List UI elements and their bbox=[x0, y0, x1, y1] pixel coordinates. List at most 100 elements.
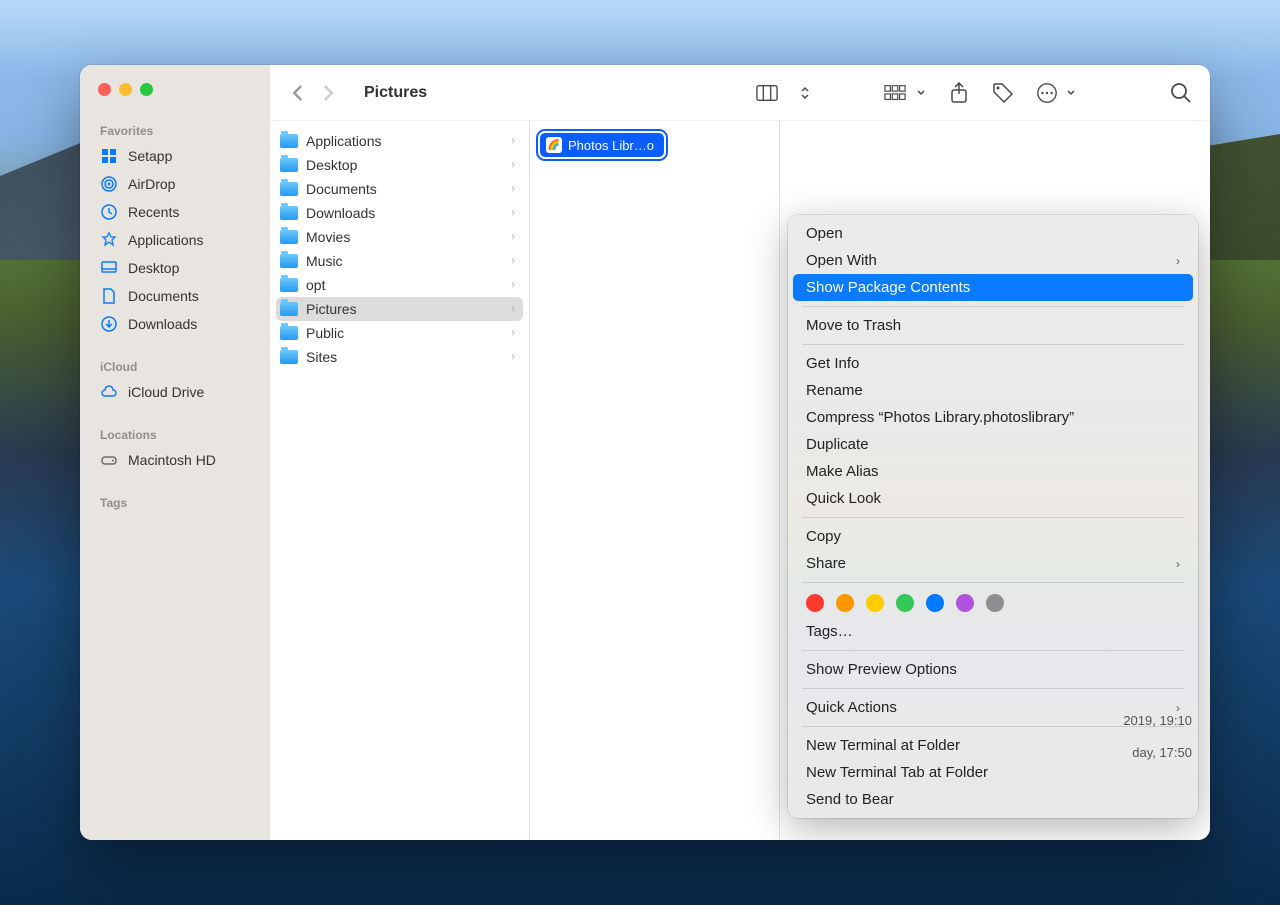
folder-label: Movies bbox=[306, 229, 350, 245]
forward-button[interactable] bbox=[318, 83, 338, 103]
folder-icon bbox=[280, 134, 298, 148]
folder-column-1: Applications›Desktop›Documents›Downloads… bbox=[270, 121, 530, 840]
menu-item-label: New Terminal Tab at Folder bbox=[806, 764, 988, 781]
view-options-chevron-icon[interactable] bbox=[800, 82, 810, 104]
menu-item-duplicate[interactable]: Duplicate bbox=[788, 431, 1198, 458]
search-button[interactable] bbox=[1170, 82, 1192, 104]
tag-color[interactable] bbox=[896, 594, 914, 612]
folder-icon bbox=[280, 326, 298, 340]
menu-item-new-terminal-tab-at-folder[interactable]: New Terminal Tab at Folder bbox=[788, 759, 1198, 786]
sidebar-item-recents[interactable]: Recents bbox=[80, 198, 270, 226]
menu-item-show-preview-options[interactable]: Show Preview Options bbox=[788, 656, 1198, 683]
sidebar-item-macintosh-hd[interactable]: Macintosh HD bbox=[80, 446, 270, 474]
menu-item-label: Quick Actions bbox=[806, 699, 897, 716]
cloud-icon bbox=[100, 383, 118, 401]
sidebar-item-label: Macintosh HD bbox=[128, 452, 216, 468]
group-chevron-icon[interactable] bbox=[916, 82, 926, 104]
menu-separator bbox=[802, 517, 1184, 518]
menu-item-share[interactable]: Share› bbox=[788, 550, 1198, 577]
menu-item-move-to-trash[interactable]: Move to Trash bbox=[788, 312, 1198, 339]
preview-date: day, 17:50 bbox=[1132, 745, 1192, 760]
menu-item-tags[interactable]: Tags… bbox=[788, 618, 1198, 645]
selected-file-label: Photos Libr…o bbox=[568, 138, 654, 153]
group-button[interactable] bbox=[884, 82, 906, 104]
apps-icon bbox=[100, 231, 118, 249]
close-button[interactable] bbox=[98, 83, 111, 96]
folder-item-public[interactable]: Public› bbox=[270, 321, 529, 345]
tag-color[interactable] bbox=[986, 594, 1004, 612]
folder-label: Desktop bbox=[306, 157, 357, 173]
share-button[interactable] bbox=[948, 82, 970, 104]
desktop-icon bbox=[100, 259, 118, 277]
menu-item-label: Tags… bbox=[806, 623, 853, 640]
sidebar: FavoritesSetapp AirDrop RecentsApplication… bbox=[80, 65, 270, 840]
chevron-right-icon: › bbox=[511, 159, 515, 171]
menu-item-label: Compress “Photos Library.photoslibrary” bbox=[806, 409, 1074, 426]
sidebar-item-applications[interactable]: Applications bbox=[80, 226, 270, 254]
sidebar-item-label: Desktop bbox=[128, 260, 179, 276]
folder-item-desktop[interactable]: Desktop › bbox=[270, 153, 529, 177]
menu-item-label: Quick Look bbox=[806, 490, 881, 507]
folder-icon bbox=[280, 254, 298, 268]
menu-item-make-alias[interactable]: Make Alias bbox=[788, 458, 1198, 485]
menu-separator bbox=[802, 344, 1184, 345]
menu-item-label: Send to Bear bbox=[806, 791, 894, 808]
sidebar-item-label: Downloads bbox=[128, 316, 197, 332]
chevron-right-icon: › bbox=[1176, 254, 1180, 268]
tag-color[interactable] bbox=[956, 594, 974, 612]
menu-item-compress-photos-library-photoslibrary[interactable]: Compress “Photos Library.photoslibrary” bbox=[788, 404, 1198, 431]
window-title: Pictures bbox=[364, 84, 427, 102]
sidebar-header: iCloud bbox=[80, 356, 270, 378]
menu-item-open-with[interactable]: Open With › bbox=[788, 247, 1198, 274]
sidebar-item-desktop[interactable]: Desktop bbox=[80, 254, 270, 282]
sidebar-item-downloads[interactable]: Downloads bbox=[80, 310, 270, 338]
doc-icon bbox=[100, 287, 118, 305]
menu-item-get-info[interactable]: Get Info bbox=[788, 350, 1198, 377]
maximize-button[interactable] bbox=[140, 83, 153, 96]
tag-color[interactable] bbox=[806, 594, 824, 612]
folder-item-downloads[interactable]: Downloads› bbox=[270, 201, 529, 225]
tag-color[interactable] bbox=[866, 594, 884, 612]
folder-item-movies[interactable]: Movies› bbox=[270, 225, 529, 249]
menu-item-show-package-contents[interactable]: Show Package Contents bbox=[793, 274, 1193, 301]
selected-file[interactable]: 🌈 Photos Libr…o bbox=[540, 133, 664, 157]
tag-color[interactable] bbox=[926, 594, 944, 612]
menu-item-copy[interactable]: Copy bbox=[788, 523, 1198, 550]
folder-label: Downloads bbox=[306, 205, 375, 221]
menu-separator bbox=[802, 688, 1184, 689]
minimize-button[interactable] bbox=[119, 83, 132, 96]
menu-item-quick-look[interactable]: Quick Look bbox=[788, 485, 1198, 512]
menu-separator bbox=[802, 306, 1184, 307]
more-button[interactable] bbox=[1036, 82, 1058, 104]
more-chevron-icon[interactable] bbox=[1066, 82, 1076, 104]
sidebar-item-documents[interactable]: Documents bbox=[80, 282, 270, 310]
back-button[interactable] bbox=[288, 83, 308, 103]
sidebar-item-airdrop[interactable]: AirDrop bbox=[80, 170, 270, 198]
folder-icon bbox=[280, 302, 298, 316]
tags-button[interactable] bbox=[992, 82, 1014, 104]
sidebar-item-setapp[interactable]: Setapp bbox=[80, 142, 270, 170]
menu-item-label: Copy bbox=[806, 528, 841, 545]
folder-item-pictures[interactable]: Pictures › bbox=[276, 297, 523, 321]
menu-item-label: Open bbox=[806, 225, 843, 242]
folder-item-opt[interactable]: opt› bbox=[270, 273, 529, 297]
menu-item-rename[interactable]: Rename bbox=[788, 377, 1198, 404]
tag-color-picker bbox=[788, 588, 1198, 618]
menu-item-label: Rename bbox=[806, 382, 863, 399]
folder-label: Pictures bbox=[306, 301, 357, 317]
sidebar-header: Favorites bbox=[80, 120, 270, 142]
folder-item-applications[interactable]: Applications› bbox=[270, 129, 529, 153]
view-columns-button[interactable] bbox=[756, 82, 778, 104]
folder-item-music[interactable]: Music› bbox=[270, 249, 529, 273]
chevron-right-icon: › bbox=[511, 303, 515, 315]
window-controls bbox=[80, 79, 270, 114]
menu-item-send-to-bear[interactable]: Send to Bear bbox=[788, 786, 1198, 813]
folder-item-sites[interactable]: Sites› bbox=[270, 345, 529, 369]
disk-icon bbox=[100, 451, 118, 469]
sidebar-item-icloud-drive[interactable]: iCloud Drive bbox=[80, 378, 270, 406]
menu-item-label: Open With bbox=[806, 252, 877, 269]
tag-color[interactable] bbox=[836, 594, 854, 612]
folder-item-documents[interactable]: Documents› bbox=[270, 177, 529, 201]
menu-item-open[interactable]: Open bbox=[788, 220, 1198, 247]
sidebar-item-label: AirDrop bbox=[128, 176, 175, 192]
